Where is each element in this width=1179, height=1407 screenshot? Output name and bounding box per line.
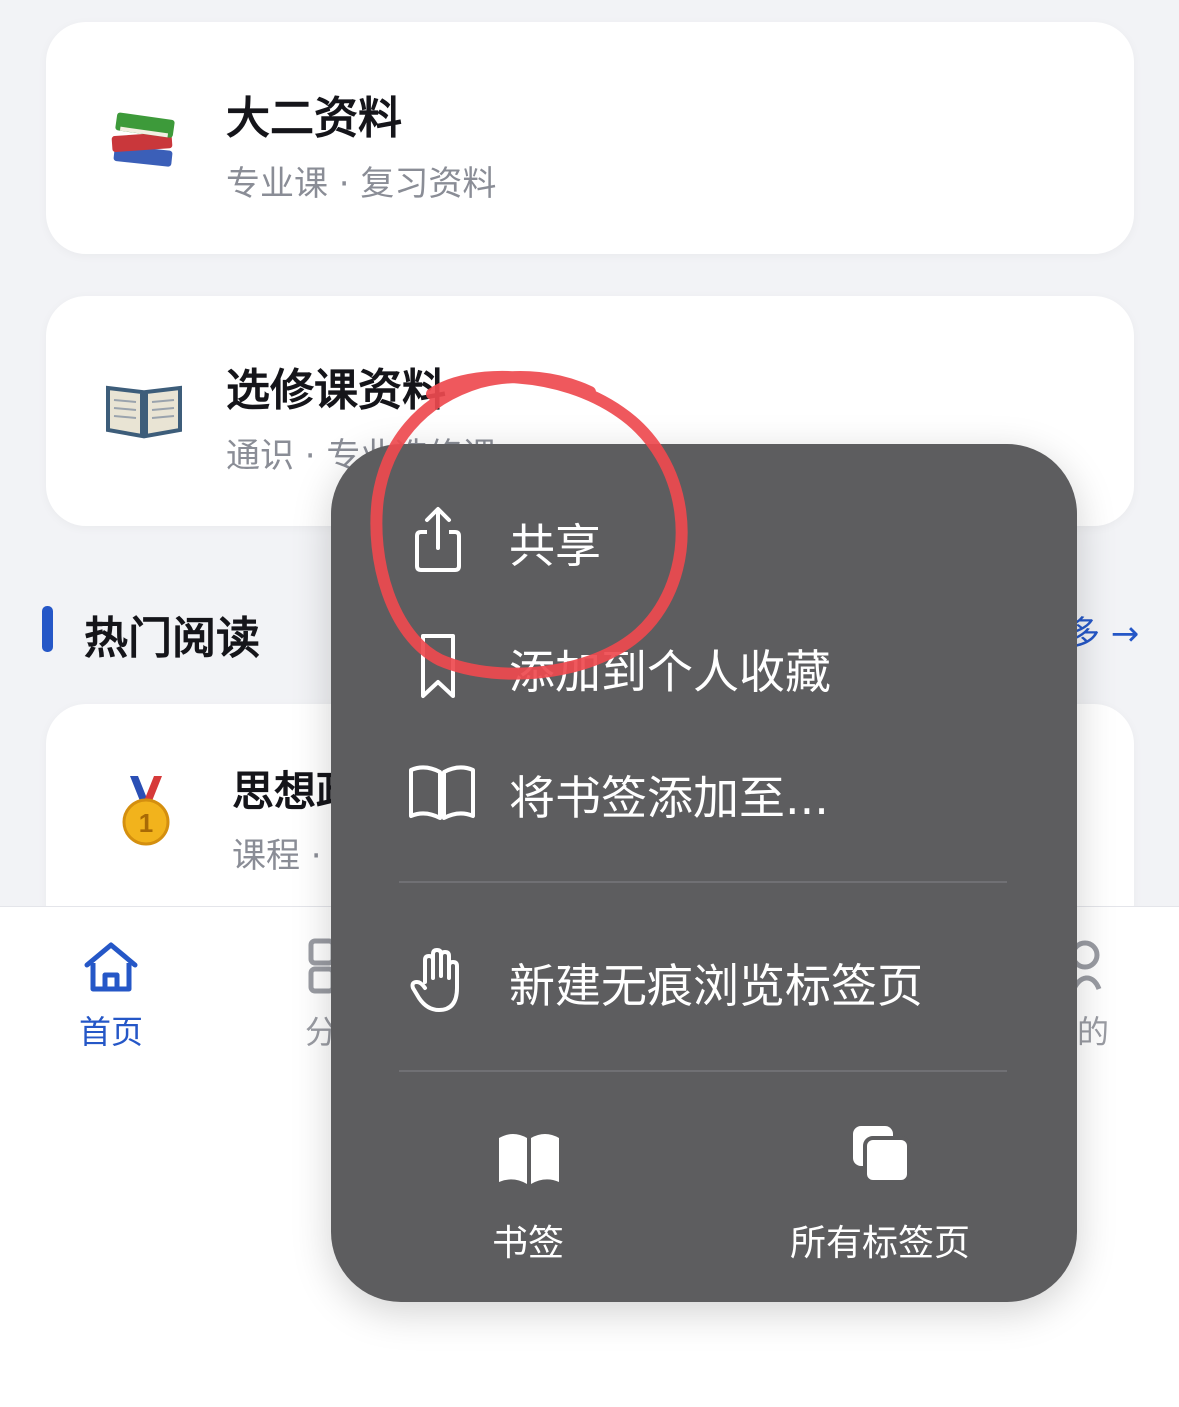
- tab-label: 首页: [78, 1013, 143, 1051]
- category-card-sophomore[interactable]: 大二资料 专业课 · 复习资料: [46, 22, 1134, 254]
- menu-item-add-favorite[interactable]: 添加到个人收藏: [331, 610, 1077, 720]
- open-book-emoji-icon: [104, 370, 184, 450]
- context-menu: 共享 添加到个人收藏 将书签添加至... 新建无痕浏览标签页 书签 所有标签页: [331, 444, 1077, 1302]
- menu-item-private-tab[interactable]: 新建无痕浏览标签页: [331, 924, 1077, 1034]
- card-title: 选修课资料: [226, 365, 446, 416]
- home-icon: [81, 942, 141, 1001]
- person-icon: [1070, 940, 1113, 1001]
- menu-button-all-tabs[interactable]: 所有标签页: [715, 1124, 1045, 1264]
- bookmark-icon: [403, 630, 473, 700]
- menu-divider: [399, 881, 1007, 883]
- menu-item-add-bookmark[interactable]: 将书签添加至...: [331, 736, 1077, 846]
- menu-divider: [399, 1070, 1007, 1072]
- svg-text:1: 1: [139, 808, 153, 838]
- menu-button-label: 书签: [491, 1223, 564, 1264]
- menu-button-bookmarks[interactable]: 书签: [363, 1124, 693, 1264]
- books-emoji-icon: [104, 104, 184, 184]
- book-open-icon: [407, 756, 477, 826]
- menu-button-label: 所有标签页: [789, 1223, 970, 1264]
- menu-item-label: 新建无痕浏览标签页: [509, 959, 923, 1013]
- medal-emoji-icon: 1: [116, 772, 196, 852]
- section-accent-bar: [42, 606, 53, 652]
- menu-item-label: 将书签添加至...: [509, 771, 829, 825]
- card-subtitle: 专业课 · 复习资料: [226, 164, 497, 204]
- card-title: 大二资料: [226, 93, 402, 144]
- menu-item-share[interactable]: 共享: [331, 484, 1077, 594]
- menu-item-label: 共享: [509, 519, 601, 573]
- tab-home[interactable]: 首页: [70, 937, 152, 1053]
- share-icon: [403, 504, 473, 574]
- section-title: 热门阅读: [84, 613, 260, 664]
- tabs-icon: [851, 1124, 911, 1188]
- hand-icon: [403, 944, 473, 1014]
- book-filled-icon: [497, 1130, 561, 1190]
- hot-item-subtitle: 课程 ·: [232, 836, 322, 876]
- menu-item-label: 添加到个人收藏: [509, 645, 831, 699]
